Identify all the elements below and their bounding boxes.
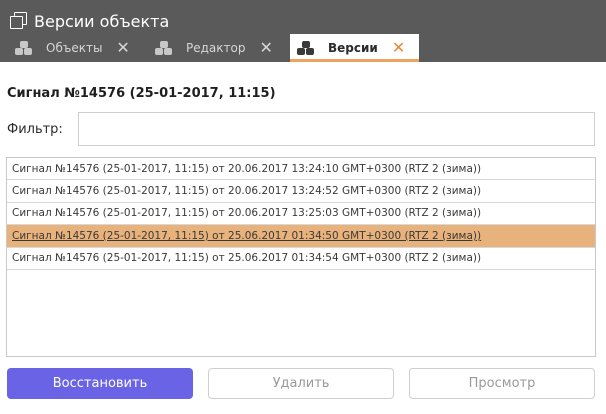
list-item[interactable]: Сигнал №14576 (25-01-2017, 11:15) от 20.… xyxy=(7,203,595,226)
tab-editor[interactable]: Редактор ✕ xyxy=(154,34,284,62)
restore-button[interactable]: Восстановить xyxy=(7,368,193,399)
cubes-icon xyxy=(296,40,316,56)
tab-bar: Объекты ✕ xyxy=(0,34,140,62)
list-item[interactable]: Сигнал №14576 (25-01-2017, 11:15) от 25.… xyxy=(7,248,595,270)
tab-label: Версии xyxy=(328,41,378,55)
tab-objects[interactable]: Объекты ✕ xyxy=(0,34,140,62)
window-title-bar: Версии объекта xyxy=(10,9,169,33)
window-header: Версии объекта Объекты ✕ Редактор ✕ Верс… xyxy=(0,0,606,62)
cubes-icon xyxy=(154,40,174,56)
close-icon[interactable]: ✕ xyxy=(116,40,129,56)
window-title: Версии объекта xyxy=(34,11,170,31)
tab-label: Объекты xyxy=(46,41,103,55)
close-icon[interactable]: ✕ xyxy=(259,40,272,56)
filter-input[interactable] xyxy=(78,112,595,146)
list-item[interactable]: Сигнал №14576 (25-01-2017, 11:15) от 20.… xyxy=(7,180,595,203)
view-button[interactable]: Просмотр xyxy=(409,368,595,399)
close-icon[interactable]: ✕ xyxy=(392,40,405,56)
object-heading: Сигнал №14576 (25-01-2017, 11:15) xyxy=(7,86,276,101)
list-item-selected[interactable]: Сигнал №14576 (25-01-2017, 11:15) от 25.… xyxy=(7,225,595,248)
delete-button[interactable]: Удалить xyxy=(208,368,394,399)
list-item[interactable]: Сигнал №14576 (25-01-2017, 11:15) от 20.… xyxy=(7,158,595,181)
filter-label: Фильтр: xyxy=(7,122,63,137)
versions-list[interactable]: Сигнал №14576 (25-01-2017, 11:15) от 20.… xyxy=(6,157,596,357)
copy-icon xyxy=(10,12,28,30)
tab-label: Редактор xyxy=(186,41,246,55)
tab-versions[interactable]: Версии ✕ xyxy=(290,34,419,62)
cubes-icon xyxy=(14,40,34,56)
